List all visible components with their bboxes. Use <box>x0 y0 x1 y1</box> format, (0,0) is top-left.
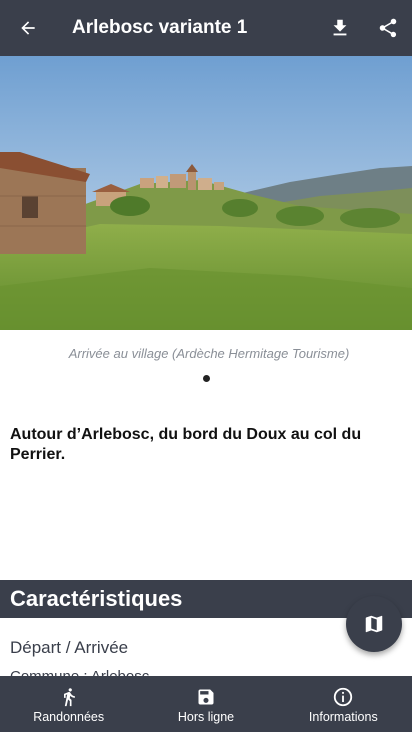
characteristics-title: Caractéristiques <box>10 586 183 611</box>
hero-photo[interactable] <box>0 56 412 330</box>
download-icon <box>333 19 347 36</box>
depart-arrivee-label: Départ / Arrivée <box>10 638 129 657</box>
map-icon <box>365 615 383 633</box>
nav-hors-ligne-label: Hors ligne <box>177 710 235 724</box>
download-button[interactable] <box>316 0 364 56</box>
back-button[interactable] <box>0 0 56 56</box>
nav-randonnees[interactable]: Randonnées <box>0 676 137 732</box>
save-icon <box>198 689 214 705</box>
bottom-navigation: Randonnées Hors ligne Informations <box>0 676 412 732</box>
hiker-icon <box>63 688 75 707</box>
photo-caption: Arrivée au village (Ardèche Hermitage To… <box>68 346 350 361</box>
nav-randonnees-label: Randonnées <box>33 710 105 724</box>
nav-informations[interactable]: Informations <box>275 676 412 732</box>
page-indicator-dot-active[interactable] <box>202 375 210 382</box>
app-bar: Arlebosc variante 1 <box>0 0 412 56</box>
info-icon <box>334 687 353 707</box>
arrow-back-icon <box>21 21 35 35</box>
map-fab-button[interactable] <box>346 596 402 652</box>
share-icon <box>379 18 397 38</box>
trail-summary: Autour d’Arlebosc, du bord du Doux au co… <box>10 426 362 463</box>
nav-informations-label: Informations <box>308 710 378 724</box>
page-indicator <box>0 375 412 382</box>
share-button[interactable] <box>364 0 412 56</box>
commune-text: Commune : Arlebosc <box>10 667 149 676</box>
page-title: Arlebosc variante 1 <box>72 17 248 38</box>
village-landscape-image <box>0 56 412 330</box>
nav-hors-ligne[interactable]: Hors ligne <box>137 676 274 732</box>
